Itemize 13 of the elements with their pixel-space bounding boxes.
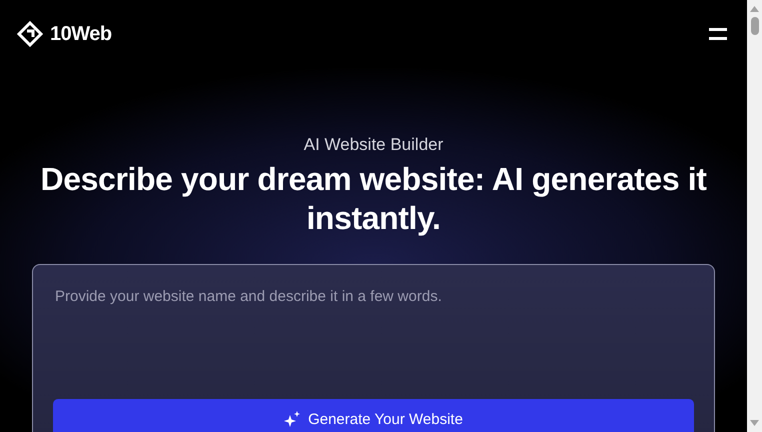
generate-button[interactable]: Generate Your Website xyxy=(53,399,694,432)
prompt-field[interactable]: Provide your website name and describe it in a few words. Generate Your Website xyxy=(32,264,715,432)
scroll-down-icon[interactable] xyxy=(750,420,759,426)
scroll-up-icon[interactable] xyxy=(750,6,759,12)
description-field[interactable]: Provide your website name and describe it in a few words. xyxy=(53,285,694,399)
menu-button[interactable] xyxy=(709,28,727,40)
sparkle-icon xyxy=(284,411,300,427)
eyebrow-text: AI Website Builder xyxy=(304,135,444,155)
logo-icon xyxy=(16,20,44,48)
brand-name: 10Web xyxy=(50,22,112,46)
hero-heading: Describe your dream website: AI generates it instantly. xyxy=(40,160,708,238)
scroll-thumb[interactable] xyxy=(750,17,758,35)
scrollbar[interactable] xyxy=(747,0,762,432)
